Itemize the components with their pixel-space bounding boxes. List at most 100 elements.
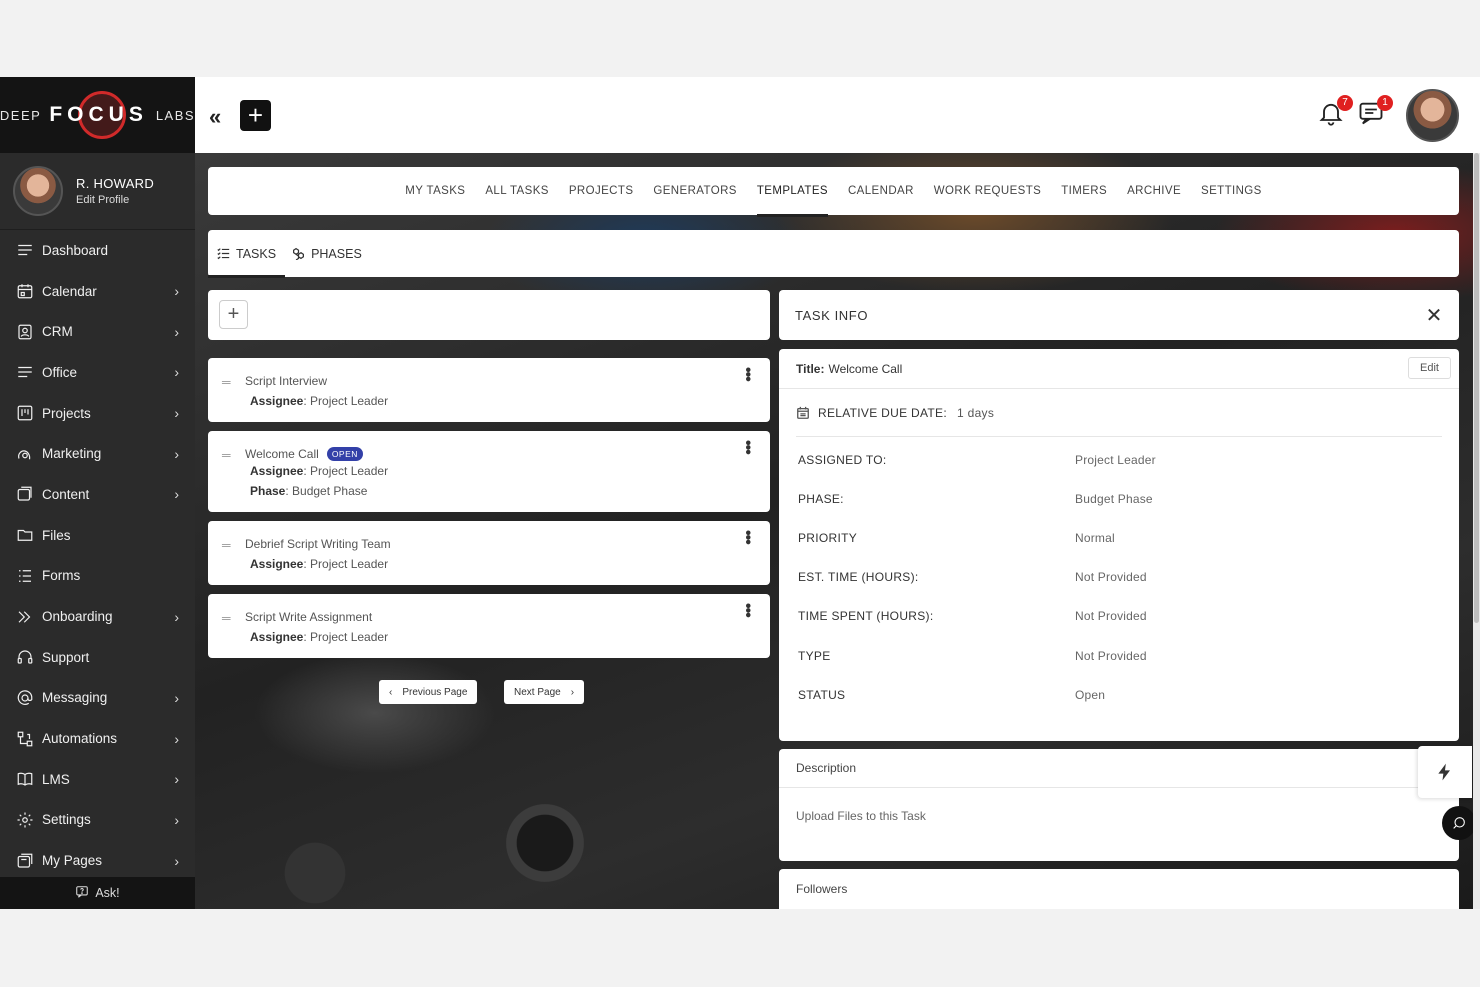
add-task-button[interactable]: + (219, 300, 248, 329)
previous-page-button[interactable]: ‹ Previous Page (379, 680, 478, 704)
sidebar-item-content[interactable]: Content › (0, 474, 195, 515)
sidebar-item-label: Onboarding (42, 609, 113, 625)
tab-generators[interactable]: GENERATORS (653, 167, 736, 215)
tab-work-requests[interactable]: WORK REQUESTS (934, 167, 1041, 215)
task-card[interactable]: ═ Debrief Script Writing Team Assignee: … (208, 521, 770, 585)
profile-block[interactable]: R. HOWARD Edit Profile (0, 153, 195, 230)
sidebar-item-forms[interactable]: Forms (0, 556, 195, 597)
tab-archive[interactable]: ARCHIVE (1127, 167, 1181, 215)
sidebar-item-messaging[interactable]: Messaging › (0, 678, 195, 719)
main-area: « + 7 1 MY TASKS ALL TASKS PROJECTS GENERAT… (195, 77, 1480, 909)
next-page-button[interactable]: Next Page › (504, 680, 585, 704)
upload-files-link[interactable]: Upload Files to this Task (779, 788, 1459, 844)
tab-my-tasks[interactable]: MY TASKS (405, 167, 465, 215)
task-info-row: STATUS Open (779, 675, 1459, 714)
page-scrollbar[interactable] (1473, 153, 1480, 909)
drag-handle-icon[interactable]: ═ (222, 375, 231, 389)
task-card[interactable]: ═ Welcome Call OPEN Assignee: Project Lea… (208, 431, 770, 512)
tab-timers[interactable]: TIMERS (1061, 167, 1107, 215)
chevron-right-icon: › (174, 689, 179, 706)
sidebar-item-label: My Pages (42, 853, 103, 869)
description-card: Description Upload Files to this Task (779, 749, 1459, 861)
megaphone-icon (16, 445, 34, 463)
sidebar-item-settings[interactable]: Settings › (0, 800, 195, 841)
user-avatar[interactable] (1406, 89, 1459, 142)
drag-handle-icon[interactable]: ═ (222, 538, 231, 552)
sidebar-item-automations[interactable]: Automations › (0, 718, 195, 759)
sidebar: DEEP FOCUS LABS R. HOWARD Edit Profile D… (0, 77, 195, 909)
messages-button[interactable]: 1 (1357, 95, 1393, 129)
task-card[interactable]: ═ Script Write Assignment Assignee: Proj… (208, 594, 770, 658)
tab-all-tasks[interactable]: ALL TASKS (485, 167, 548, 215)
contact-icon (16, 323, 34, 341)
field-label: TIME SPENT (HOURS): (798, 609, 934, 624)
field-label: TYPE (798, 648, 831, 663)
subtab-phases[interactable]: PHASES (292, 230, 362, 277)
task-card[interactable]: ═ Script Interview Assignee: Project Lea… (208, 358, 770, 422)
task-title: Script Write Assignment (245, 610, 373, 624)
tab-templates[interactable]: TEMPLATES (756, 167, 829, 217)
sidebar-item-calendar[interactable]: Calendar › (0, 271, 195, 312)
sidebar-item-files[interactable]: Files (0, 515, 195, 556)
tab-settings[interactable]: SETTINGS (1201, 167, 1262, 215)
sidebar-item-label: Office (42, 364, 78, 380)
ask-button[interactable]: Ask! (0, 877, 195, 909)
task-assignee: Assignee: Project Leader (250, 630, 389, 644)
sidebar-item-dashboard[interactable]: Dashboard (0, 230, 195, 271)
more-options-icon[interactable]: ••• (738, 530, 756, 544)
brand-logo[interactable]: DEEP FOCUS LABS (0, 77, 195, 153)
menu-icon (16, 241, 34, 259)
sidebar-item-support[interactable]: Support (0, 637, 195, 678)
next-page-label: Next Page (514, 686, 561, 698)
logo-word-labs: LABS (155, 107, 196, 123)
live-chat-button[interactable] (1442, 806, 1476, 840)
sidebar-item-crm[interactable]: CRM › (0, 311, 195, 352)
sidebar-item-onboarding[interactable]: Onboarding › (0, 596, 195, 637)
more-options-icon[interactable]: ••• (738, 603, 756, 617)
tab-calendar[interactable]: CALENDAR (848, 167, 914, 215)
status-badge: OPEN (326, 447, 363, 461)
calendar-icon (16, 282, 34, 300)
avatar[interactable] (13, 166, 63, 216)
task-info-row: PRIORITY Normal (779, 518, 1459, 557)
field-value: Budget Phase (1075, 491, 1153, 506)
quick-actions-button[interactable] (1418, 746, 1472, 798)
subtab-tasks[interactable]: TASKS (207, 230, 286, 278)
drag-handle-icon[interactable]: ═ (222, 448, 231, 462)
previous-page-label: Previous Page (402, 686, 468, 698)
edit-button[interactable]: Edit (1408, 357, 1451, 379)
more-options-icon[interactable]: ••• (738, 367, 756, 381)
sidebar-item-label: Calendar (42, 283, 97, 299)
collapse-sidebar-button[interactable]: « (209, 104, 221, 130)
folder-icon (16, 526, 34, 544)
quick-add-button[interactable]: + (240, 100, 271, 131)
close-icon[interactable]: ✕ (1426, 303, 1443, 328)
help-chat-icon (75, 885, 89, 902)
sidebar-nav: Dashboard Calendar › CRM › Office › Projects › Ma… (0, 230, 195, 881)
drag-handle-icon[interactable]: ═ (222, 611, 231, 625)
chevron-right-icon: › (174, 445, 179, 462)
chevron-right-icon: › (174, 323, 179, 340)
scrollbar-thumb[interactable] (1474, 153, 1479, 623)
sidebar-item-lms[interactable]: LMS › (0, 759, 195, 800)
task-info-fields: ASSIGNED TO: Project Leader PHASE: Budget P… (779, 437, 1459, 714)
task-info-panel: Title: Welcome Call Edit RELATIVE DUE DA… (779, 349, 1459, 741)
chevron-right-icon: › (174, 771, 179, 788)
due-date-value: 1 days (956, 405, 995, 420)
cubes-icon (293, 247, 305, 260)
chevron-right-icon: › (174, 283, 179, 300)
sidebar-item-projects[interactable]: Projects › (0, 393, 195, 434)
sidebar-item-marketing[interactable]: Marketing › (0, 433, 195, 474)
ask-label: Ask! (95, 886, 120, 900)
tab-projects[interactable]: PROJECTS (569, 167, 634, 215)
sidebar-item-my-pages[interactable]: My Pages › (0, 840, 195, 881)
more-options-icon[interactable]: ••• (738, 440, 756, 454)
task-info-row: TYPE Not Provided (779, 636, 1459, 675)
sidebar-item-office[interactable]: Office › (0, 352, 195, 393)
pages-icon (16, 852, 34, 870)
title-label: Title: (796, 361, 825, 376)
notifications-button[interactable]: 7 (1317, 95, 1353, 129)
edit-profile-link[interactable]: Edit Profile (76, 194, 154, 206)
at-icon (16, 689, 34, 707)
chevron-right-icon: › (174, 405, 179, 422)
